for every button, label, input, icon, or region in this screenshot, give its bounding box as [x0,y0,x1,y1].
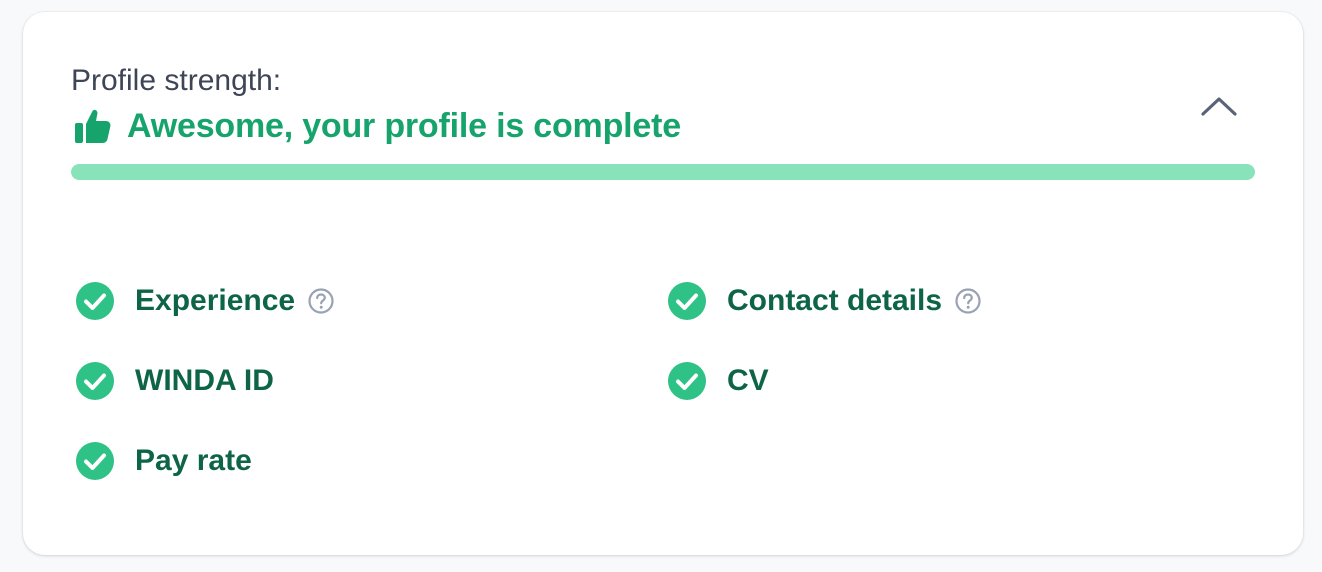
checklist-item-label: CV [727,364,769,397]
help-icon[interactable] [307,287,335,315]
checklist-item-pay-rate: Pay rate [75,440,252,482]
thumbs-up-icon [73,106,113,146]
checklist-item-contact-details: Contact details [667,280,982,322]
checklist-item-label: Pay rate [135,444,252,477]
profile-status: Awesome, your profile is complete [73,104,681,148]
checklist-item-label: Contact details [727,284,943,317]
checklist-item-label: Experience [135,284,296,317]
profile-strength-card: Profile strength: Awesome, your profile … [23,12,1303,555]
chevron-up-icon [1199,94,1239,123]
collapse-button[interactable] [1193,86,1245,130]
profile-status-text: Awesome, your profile is complete [127,106,681,145]
checklist-item-winda-id: WINDA ID [75,360,274,402]
checklist-item-label: WINDA ID [135,364,274,397]
profile-strength-label: Profile strength: [71,64,282,97]
checklist-item-cv: CV [667,360,769,402]
checklist-item-experience: Experience [75,280,335,322]
check-circle-icon [667,281,707,321]
profile-progress-bar [71,164,1255,180]
check-circle-icon [667,361,707,401]
check-circle-icon [75,361,115,401]
check-circle-icon [75,441,115,481]
help-icon[interactable] [954,287,982,315]
check-circle-icon [75,281,115,321]
profile-progress-fill [71,164,1255,180]
